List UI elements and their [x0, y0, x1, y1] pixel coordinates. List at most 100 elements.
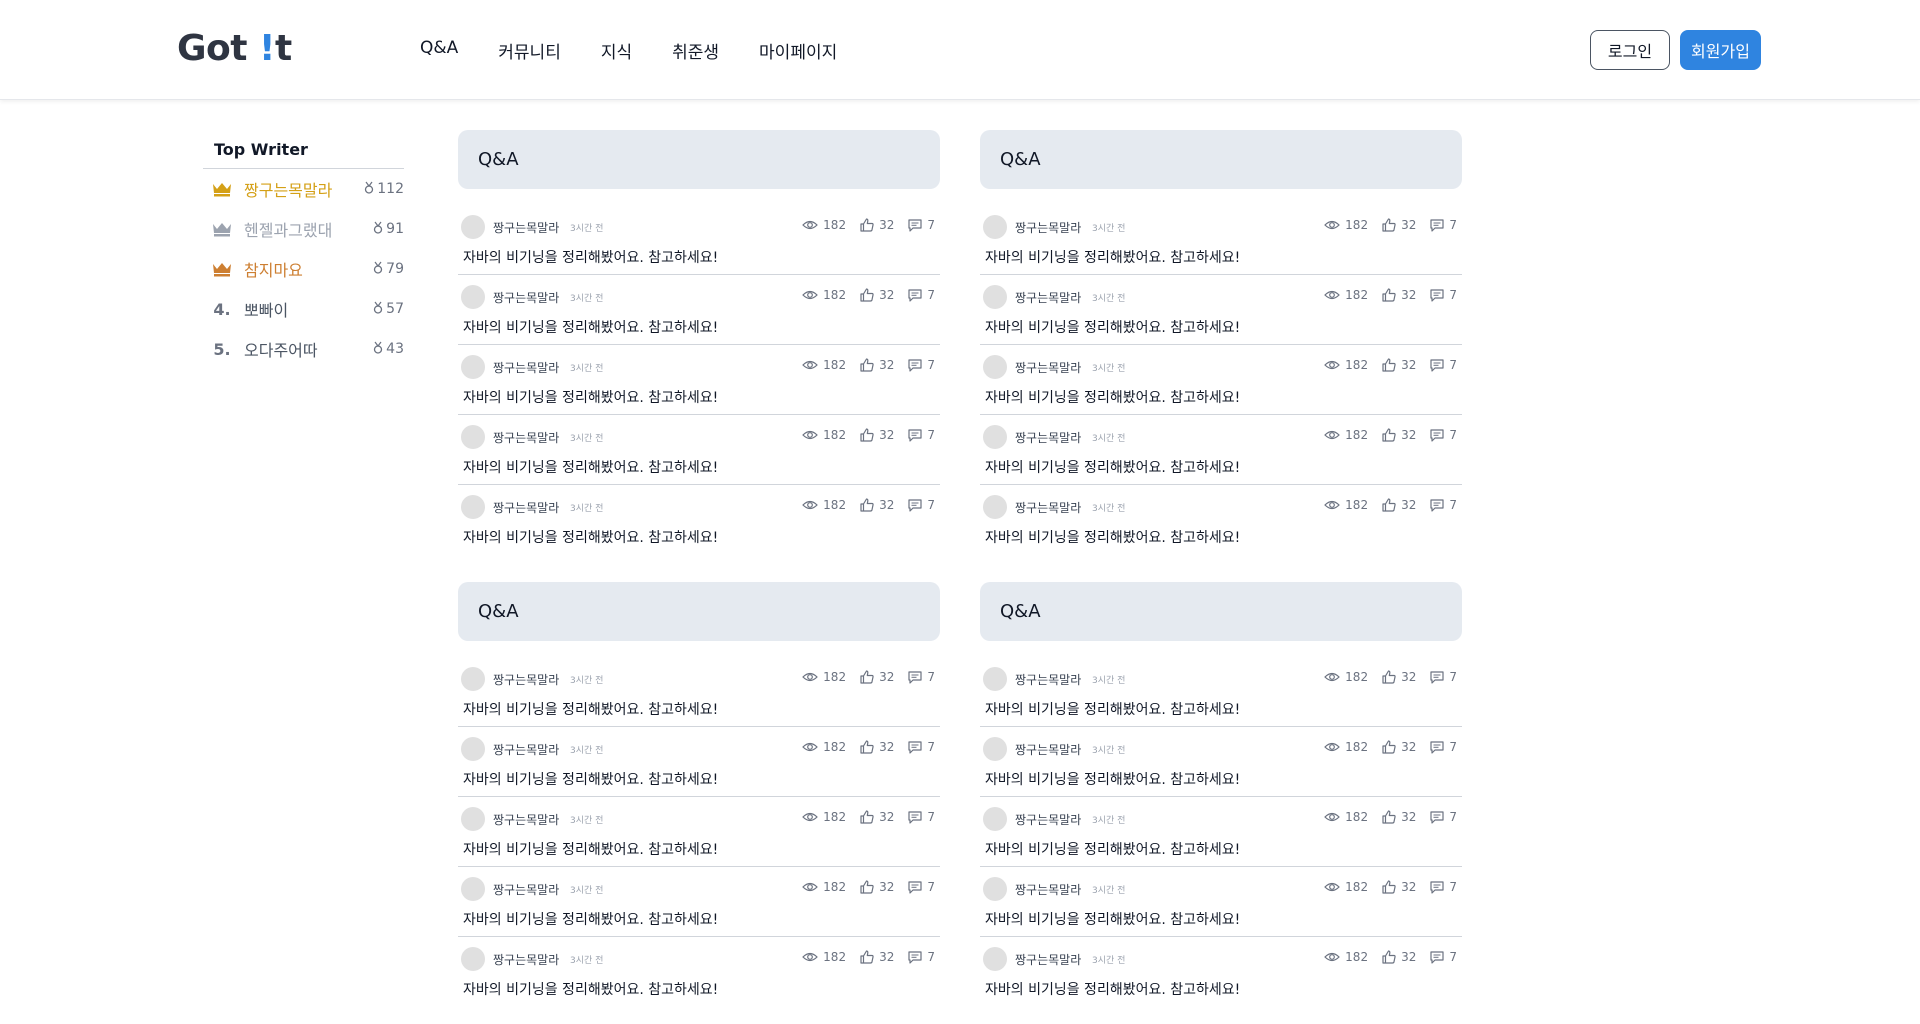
post-title[interactable]: 자바의 비기닝을 정리해봤어요. 참고하세요! [985, 699, 1240, 719]
post-item[interactable]: 짱구는목말라 3시간 전 182 32 7 자바의 비기닝을 정리해봤어요. 참… [980, 345, 1462, 415]
post-author[interactable]: 짱구는목말라 [1015, 359, 1081, 376]
card-header[interactable]: Q&A [458, 582, 940, 641]
post-item[interactable]: 짱구는목말라 3시간 전 182 32 7 자바의 비기닝을 정리해봤어요. 참… [458, 205, 940, 275]
post-author[interactable]: 짱구는목말라 [1015, 289, 1081, 306]
nav-job-seekers[interactable]: 취준생 [672, 38, 719, 63]
post-title[interactable]: 자바의 비기닝을 정리해봤어요. 참고하세요! [463, 699, 718, 719]
nav-mypage[interactable]: 마이페이지 [759, 38, 837, 63]
post-item[interactable]: 짱구는목말라 3시간 전 182 32 7 자바의 비기닝을 정리해봤어요. 참… [980, 797, 1462, 867]
post-item[interactable]: 짱구는목말라 3시간 전 182 32 7 자바의 비기닝을 정리해봤어요. 참… [458, 275, 940, 345]
top-writer-item[interactable]: 5. 오다주어따 43 [203, 329, 404, 369]
avatar[interactable] [983, 667, 1007, 691]
post-item[interactable]: 짱구는목말라 3시간 전 182 32 7 자바의 비기닝을 정리해봤어요. 참… [980, 415, 1462, 485]
avatar[interactable] [983, 495, 1007, 519]
avatar[interactable] [461, 285, 485, 309]
view-count: 182 [1345, 880, 1369, 894]
avatar[interactable] [983, 355, 1007, 379]
post-title[interactable]: 자바의 비기닝을 정리해봤어요. 참고하세요! [463, 457, 718, 477]
nav-knowledge[interactable]: 지식 [601, 38, 632, 63]
post-title[interactable]: 자바의 비기닝을 정리해봤어요. 참고하세요! [985, 247, 1240, 267]
avatar[interactable] [983, 215, 1007, 239]
post-title[interactable]: 자바의 비기닝을 정리해봤어요. 참고하세요! [985, 527, 1240, 547]
avatar[interactable] [461, 667, 485, 691]
top-writer-item[interactable]: 짱구는목말라 112 [203, 169, 404, 209]
post-item[interactable]: 짱구는목말라 3시간 전 182 32 7 자바의 비기닝을 정리해봤어요. 참… [458, 485, 940, 555]
post-item[interactable]: 짱구는목말라 3시간 전 182 32 7 자바의 비기닝을 정리해봤어요. 참… [458, 937, 940, 1007]
top-writer-item[interactable]: 참지마요 79 [203, 249, 404, 289]
post-author[interactable]: 짱구는목말라 [493, 881, 559, 898]
post-author[interactable]: 짱구는목말라 [1015, 881, 1081, 898]
nav-qna[interactable]: Q&A [420, 38, 458, 63]
post-author[interactable]: 짱구는목말라 [1015, 951, 1081, 968]
post-author[interactable]: 짱구는목말라 [493, 811, 559, 828]
post-item[interactable]: 짱구는목말라 3시간 전 182 32 7 자바의 비기닝을 정리해봤어요. 참… [458, 345, 940, 415]
card-header[interactable]: Q&A [980, 582, 1462, 641]
top-writer-item[interactable]: 헨젤과그랬대 91 [203, 209, 404, 249]
post-title[interactable]: 자바의 비기닝을 정리해봤어요. 참고하세요! [985, 979, 1240, 999]
post-title[interactable]: 자바의 비기닝을 정리해봤어요. 참고하세요! [463, 839, 718, 859]
post-item[interactable]: 짱구는목말라 3시간 전 182 32 7 자바의 비기닝을 정리해봤어요. 참… [980, 867, 1462, 937]
avatar[interactable] [983, 425, 1007, 449]
post-title[interactable]: 자바의 비기닝을 정리해봤어요. 참고하세요! [463, 527, 718, 547]
post-author[interactable]: 짱구는목말라 [1015, 671, 1081, 688]
post-author[interactable]: 짱구는목말라 [493, 219, 559, 236]
post-item[interactable]: 짱구는목말라 3시간 전 182 32 7 자바의 비기닝을 정리해봤어요. 참… [458, 657, 940, 727]
avatar[interactable] [983, 737, 1007, 761]
avatar[interactable] [461, 807, 485, 831]
post-title[interactable]: 자바의 비기닝을 정리해봤어요. 참고하세요! [463, 909, 718, 929]
avatar[interactable] [461, 947, 485, 971]
post-item[interactable]: 짱구는목말라 3시간 전 182 32 7 자바의 비기닝을 정리해봤어요. 참… [458, 797, 940, 867]
post-item[interactable]: 짱구는목말라 3시간 전 182 32 7 자바의 비기닝을 정리해봤어요. 참… [458, 727, 940, 797]
card-header[interactable]: Q&A [980, 130, 1462, 189]
post-author[interactable]: 짱구는목말라 [1015, 219, 1081, 236]
logo[interactable]: Got !t [177, 28, 292, 69]
post-author[interactable]: 짱구는목말라 [493, 499, 559, 516]
avatar[interactable] [983, 285, 1007, 309]
post-author[interactable]: 짱구는목말라 [493, 359, 559, 376]
post-title[interactable]: 자바의 비기닝을 정리해봤어요. 참고하세요! [985, 387, 1240, 407]
avatar[interactable] [461, 737, 485, 761]
avatar[interactable] [461, 877, 485, 901]
post-item[interactable]: 짱구는목말라 3시간 전 182 32 7 자바의 비기닝을 정리해봤어요. 참… [458, 867, 940, 937]
post-author[interactable]: 짱구는목말라 [1015, 499, 1081, 516]
post-title[interactable]: 자바의 비기닝을 정리해봤어요. 참고하세요! [463, 317, 718, 337]
post-item[interactable]: 짱구는목말라 3시간 전 182 32 7 자바의 비기닝을 정리해봤어요. 참… [980, 937, 1462, 1007]
avatar[interactable] [461, 355, 485, 379]
post-item[interactable]: 짱구는목말라 3시간 전 182 32 7 자바의 비기닝을 정리해봤어요. 참… [980, 205, 1462, 275]
avatar[interactable] [983, 877, 1007, 901]
avatar[interactable] [461, 495, 485, 519]
avatar[interactable] [461, 215, 485, 239]
like-count: 32 [1401, 740, 1417, 754]
card-header[interactable]: Q&A [458, 130, 940, 189]
post-author[interactable]: 짱구는목말라 [493, 289, 559, 306]
post-title[interactable]: 자바의 비기닝을 정리해봤어요. 참고하세요! [463, 247, 718, 267]
login-button[interactable]: 로그인 [1590, 30, 1670, 70]
signup-button[interactable]: 회원가입 [1680, 30, 1761, 70]
avatar[interactable] [983, 947, 1007, 971]
post-item[interactable]: 짱구는목말라 3시간 전 182 32 7 자바의 비기닝을 정리해봤어요. 참… [980, 727, 1462, 797]
post-author[interactable]: 짱구는목말라 [1015, 741, 1081, 758]
post-title[interactable]: 자바의 비기닝을 정리해봤어요. 참고하세요! [985, 839, 1240, 859]
nav-community[interactable]: 커뮤니티 [498, 38, 561, 63]
post-item[interactable]: 짱구는목말라 3시간 전 182 32 7 자바의 비기닝을 정리해봤어요. 참… [980, 485, 1462, 555]
post-item[interactable]: 짱구는목말라 3시간 전 182 32 7 자바의 비기닝을 정리해봤어요. 참… [458, 415, 940, 485]
post-author[interactable]: 짱구는목말라 [1015, 429, 1081, 446]
post-title[interactable]: 자바의 비기닝을 정리해봤어요. 참고하세요! [985, 769, 1240, 789]
post-title[interactable]: 자바의 비기닝을 정리해봤어요. 참고하세요! [985, 909, 1240, 929]
post-author[interactable]: 짱구는목말라 [493, 741, 559, 758]
post-author[interactable]: 짱구는목말라 [493, 671, 559, 688]
post-item[interactable]: 짱구는목말라 3시간 전 182 32 7 자바의 비기닝을 정리해봤어요. 참… [980, 657, 1462, 727]
avatar[interactable] [983, 807, 1007, 831]
post-title[interactable]: 자바의 비기닝을 정리해봤어요. 참고하세요! [985, 457, 1240, 477]
post-author[interactable]: 짱구는목말라 [1015, 811, 1081, 828]
post-title[interactable]: 자바의 비기닝을 정리해봤어요. 참고하세요! [985, 317, 1240, 337]
post-author[interactable]: 짱구는목말라 [493, 951, 559, 968]
comment-count: 7 [927, 740, 935, 754]
avatar[interactable] [461, 425, 485, 449]
post-title[interactable]: 자바의 비기닝을 정리해봤어요. 참고하세요! [463, 387, 718, 407]
top-writer-item[interactable]: 4. 뽀빠이 57 [203, 289, 404, 329]
post-item[interactable]: 짱구는목말라 3시간 전 182 32 7 자바의 비기닝을 정리해봤어요. 참… [980, 275, 1462, 345]
post-title[interactable]: 자바의 비기닝을 정리해봤어요. 참고하세요! [463, 979, 718, 999]
post-author[interactable]: 짱구는목말라 [493, 429, 559, 446]
post-title[interactable]: 자바의 비기닝을 정리해봤어요. 참고하세요! [463, 769, 718, 789]
